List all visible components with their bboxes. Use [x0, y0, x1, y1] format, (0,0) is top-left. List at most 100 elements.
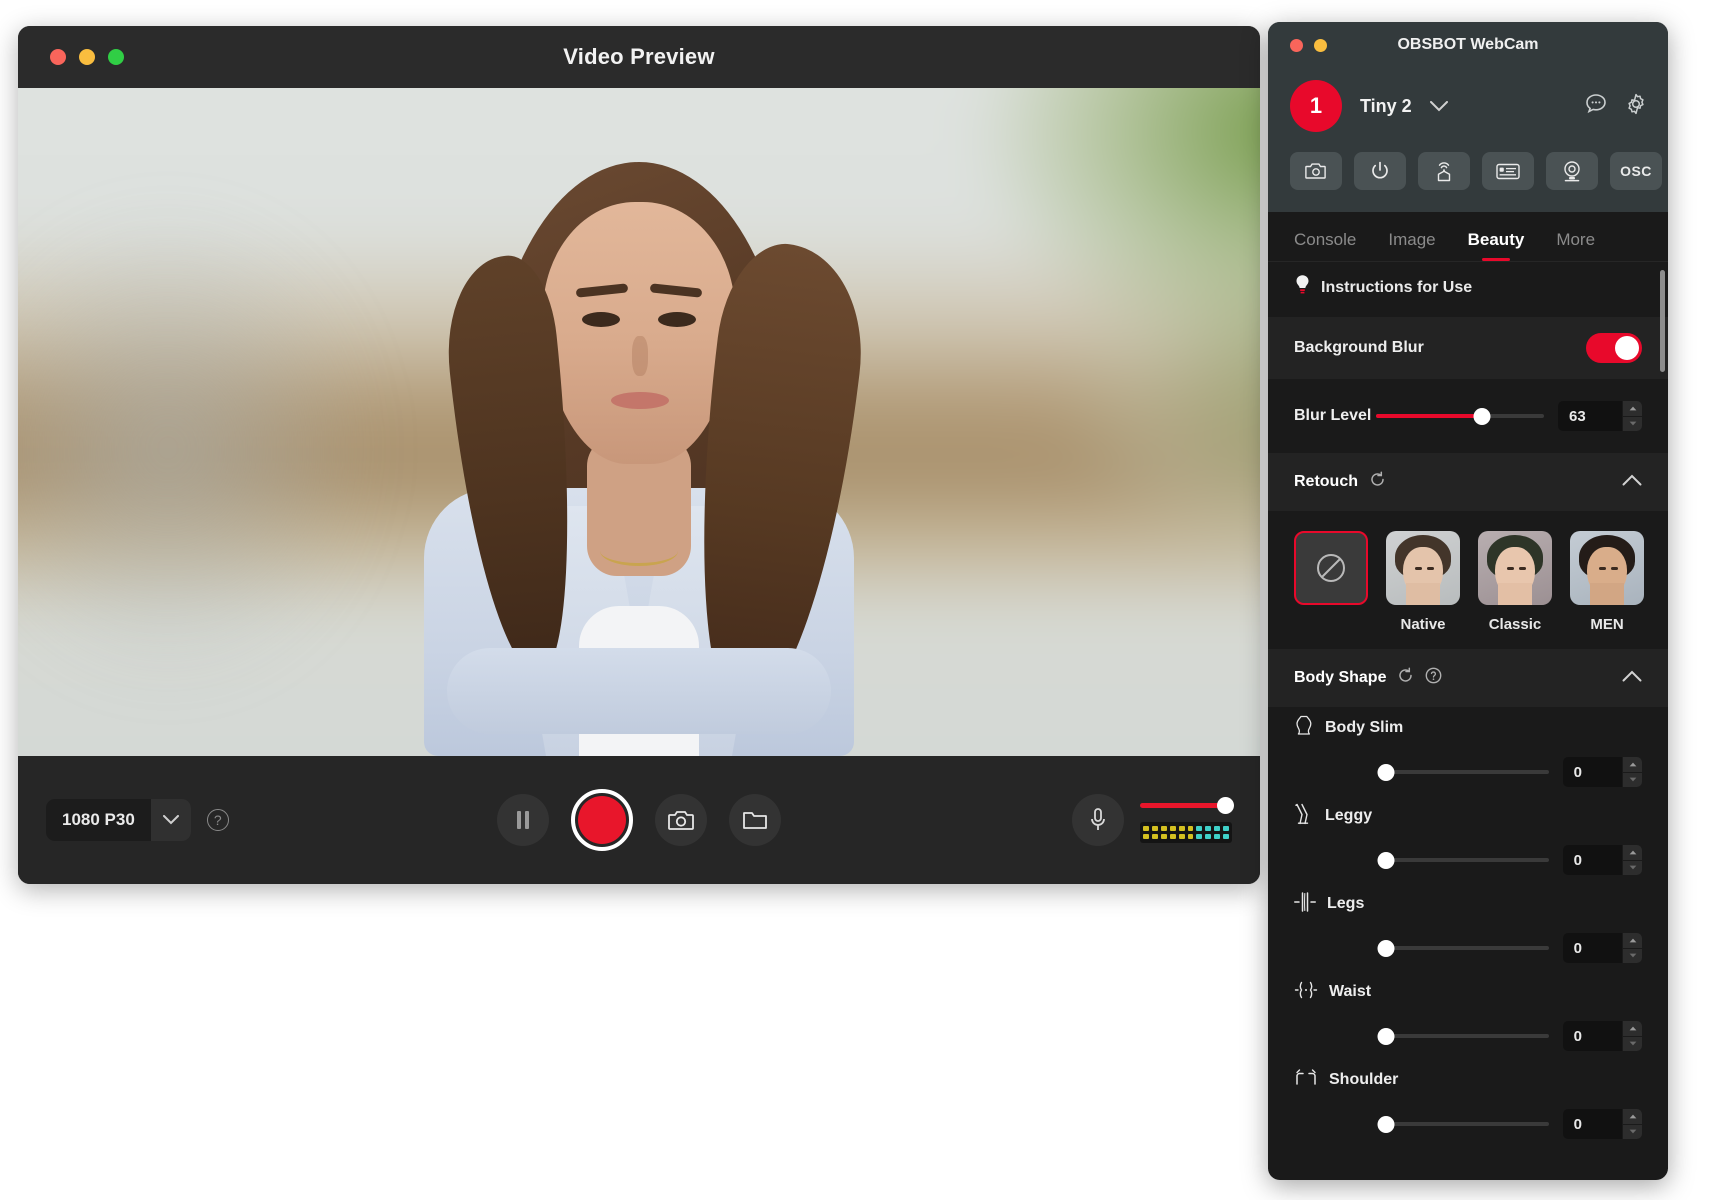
slider-control-line: 0	[1294, 749, 1642, 795]
body-shape-slider[interactable]	[1377, 938, 1549, 958]
stepper-up-icon[interactable]	[1622, 1109, 1642, 1124]
obsbot-close-button[interactable]	[1290, 38, 1303, 52]
stepper-up-icon[interactable]	[1622, 757, 1642, 772]
blur-level-label: Blur Level	[1294, 407, 1372, 424]
body-shape-stepper[interactable]: 0	[1562, 933, 1642, 963]
audio-stack	[1140, 797, 1234, 843]
stepper-down-icon[interactable]	[1622, 859, 1642, 875]
volume-knob[interactable]	[1217, 797, 1234, 814]
snapshot-button[interactable]	[655, 794, 707, 846]
tab-image[interactable]: Image	[1388, 230, 1435, 261]
refresh-icon[interactable]	[1369, 471, 1386, 493]
obsbot-minimize-button[interactable]	[1314, 38, 1327, 52]
instructions-for-use[interactable]: Instructions for Use	[1268, 262, 1668, 317]
retouch-option-native[interactable]: Native	[1386, 531, 1460, 633]
stepper-up-icon[interactable]	[1622, 401, 1642, 416]
zoom-button[interactable]	[108, 49, 124, 65]
slider-label-line: Legs	[1294, 883, 1642, 925]
tab-beauty[interactable]: Beauty	[1468, 230, 1525, 261]
slider-track	[1386, 946, 1549, 950]
chat-bubble-icon[interactable]	[1584, 92, 1608, 121]
tab-more[interactable]: More	[1556, 230, 1595, 261]
body-shape-slider-row: Leggy 0	[1268, 795, 1668, 883]
panel-scrollbar[interactable]	[1660, 270, 1665, 372]
meter-segment	[1151, 833, 1158, 839]
stepper-down-icon[interactable]	[1622, 1035, 1642, 1051]
blur-level-slider[interactable]	[1376, 406, 1544, 426]
slider-knob[interactable]	[1473, 407, 1491, 425]
body-shape-slider[interactable]	[1377, 762, 1549, 782]
refresh-icon[interactable]	[1397, 667, 1414, 689]
gimbal-antenna-icon[interactable]	[1418, 152, 1470, 190]
body-shape-stepper[interactable]: 0	[1562, 1109, 1642, 1139]
blur-level-stepper[interactable]: 63	[1558, 401, 1642, 431]
slider-label-line: Shoulder	[1294, 1059, 1642, 1101]
retouch-caption: Classic	[1488, 616, 1542, 633]
video-preview-toolbar: 1080 P30 ?	[18, 756, 1260, 884]
minimize-button[interactable]	[79, 49, 95, 65]
retouch-section-header: Retouch	[1268, 453, 1668, 511]
retouch-option-men[interactable]: MEN	[1570, 531, 1644, 633]
remote-control-icon[interactable]	[1482, 152, 1534, 190]
question-mark-icon[interactable]	[1425, 667, 1442, 689]
retouch-caption: Native	[1400, 616, 1446, 633]
retouch-caption: MEN	[1590, 616, 1624, 633]
pause-button[interactable]	[497, 794, 549, 846]
thumb-neck	[1406, 583, 1440, 605]
obsbot-content: Console Image Beauty More Instructions f…	[1268, 212, 1668, 1169]
body-shape-slider[interactable]	[1377, 1026, 1549, 1046]
body-shape-stepper[interactable]: 0	[1562, 845, 1642, 875]
meter-segment	[1214, 833, 1221, 839]
body-shape-stepper[interactable]: 0	[1562, 1021, 1642, 1051]
thumb-eye-left	[1507, 567, 1514, 570]
stepper-up-icon[interactable]	[1622, 845, 1642, 860]
stepper-up-icon[interactable]	[1622, 1021, 1642, 1036]
audio-controls	[1072, 794, 1234, 846]
stepper-up-icon[interactable]	[1622, 933, 1642, 948]
osc-button[interactable]: OSC	[1610, 152, 1662, 190]
open-folder-button[interactable]	[729, 794, 781, 846]
slider-knob[interactable]	[1377, 1027, 1395, 1045]
body-shape-slider[interactable]	[1377, 850, 1549, 870]
stepper-down-icon[interactable]	[1622, 1123, 1642, 1139]
meter-segment	[1178, 833, 1185, 839]
tab-console[interactable]: Console	[1294, 230, 1356, 261]
close-button[interactable]	[50, 49, 66, 65]
webcam-icon[interactable]	[1546, 152, 1598, 190]
volume-slider[interactable]	[1140, 797, 1234, 814]
chevron-up-icon[interactable]	[1622, 473, 1642, 491]
slider-knob[interactable]	[1377, 763, 1395, 781]
body-slim-icon	[1294, 715, 1314, 742]
chevron-down-icon[interactable]	[150, 799, 191, 841]
obsbot-titlebar: OBSBOT WebCam	[1268, 22, 1668, 68]
stepper-down-icon[interactable]	[1622, 947, 1642, 963]
resolution-select[interactable]: 1080 P30	[46, 799, 191, 841]
chevron-down-icon[interactable]	[1429, 100, 1448, 112]
slider-knob[interactable]	[1377, 939, 1395, 957]
retouch-option-classic[interactable]: Classic	[1478, 531, 1552, 633]
body-shape-slider-label: Leggy	[1325, 807, 1373, 824]
blur-level-value: 63	[1569, 407, 1586, 425]
thumb-eye-right	[1611, 567, 1618, 570]
slider-knob[interactable]	[1377, 1115, 1395, 1133]
gear-icon[interactable]	[1624, 92, 1648, 121]
body-shape-stepper[interactable]: 0	[1562, 757, 1642, 787]
camera-icon[interactable]	[1290, 152, 1342, 190]
stepper-down-icon[interactable]	[1622, 771, 1642, 787]
slider-knob[interactable]	[1377, 851, 1395, 869]
background-blur-toggle[interactable]	[1586, 333, 1642, 363]
eye-right	[658, 312, 696, 327]
obsbot-traffic-lights	[1290, 38, 1327, 52]
chevron-up-icon[interactable]	[1622, 669, 1642, 687]
question-mark-icon[interactable]: ?	[206, 809, 229, 831]
record-button[interactable]	[571, 789, 633, 851]
stepper-arrows	[1622, 933, 1642, 963]
body-shape-value: 0	[1573, 939, 1582, 957]
stepper-down-icon[interactable]	[1622, 415, 1642, 431]
body-shape-slider-label: Body Slim	[1325, 719, 1404, 736]
toggle-knob	[1615, 336, 1639, 360]
microphone-icon[interactable]	[1072, 794, 1124, 846]
body-shape-slider[interactable]	[1377, 1114, 1549, 1134]
power-icon[interactable]	[1354, 152, 1406, 190]
retouch-option-none[interactable]	[1294, 531, 1368, 633]
